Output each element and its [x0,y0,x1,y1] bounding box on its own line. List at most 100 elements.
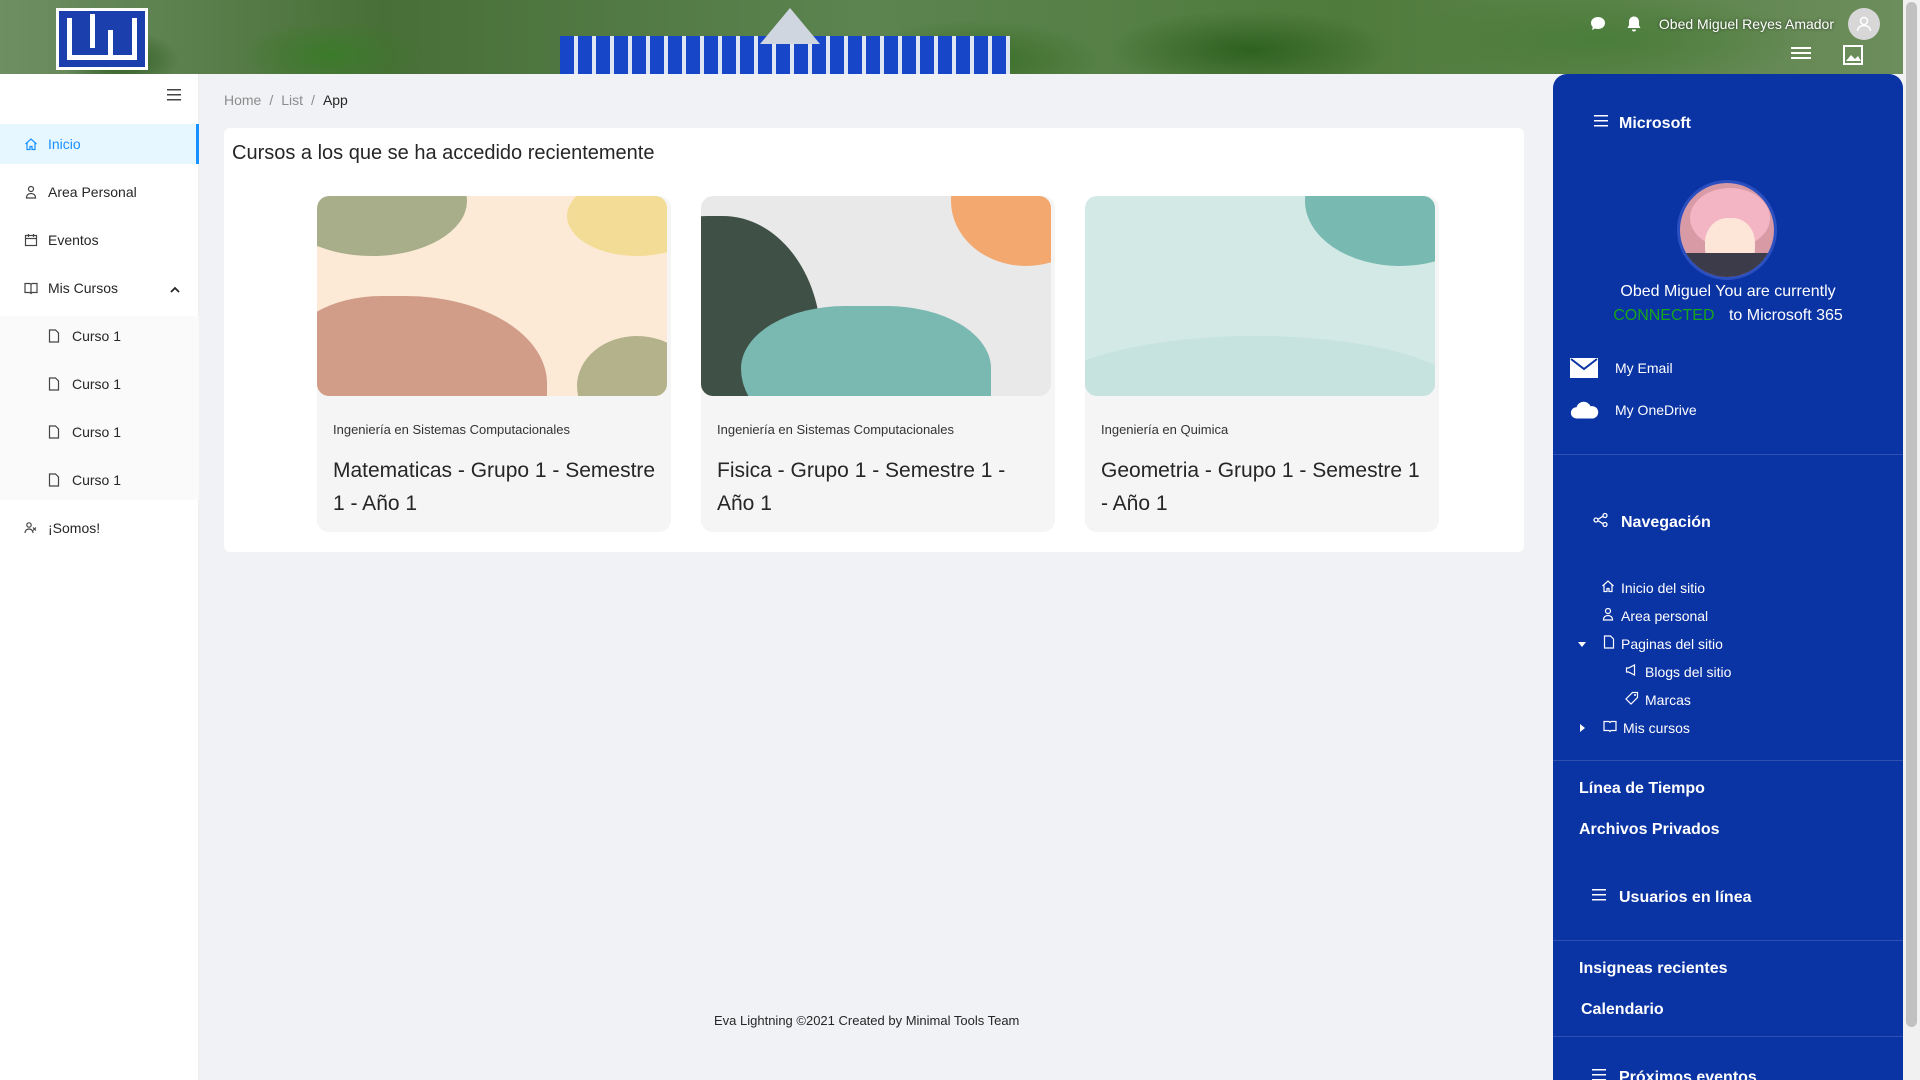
nav-marcas[interactable]: Marcas [1625,691,1691,708]
top-header: Obed Miguel Reyes Amador [0,0,1920,74]
breadcrumb-list[interactable]: List [281,92,303,108]
nav-label: Area personal [1621,607,1709,624]
course-name[interactable]: Geometria - Grupo 1 - Semestre 1 - Año 1 [1101,454,1431,520]
course-name[interactable]: Fisica - Grupo 1 - Semestre 1 - Año 1 [717,454,1047,520]
sidebar-subitem-curso[interactable]: Curso 1 [0,412,199,452]
breadcrumb-home[interactable]: Home [224,92,261,108]
course-card-matematicas[interactable]: Ingeniería en Sistemas Computacionales M… [317,196,671,532]
sidebar-subitem-curso[interactable]: Curso 1 [0,460,199,500]
nav-label: Paginas del sitio [1621,635,1723,652]
breadcrumb-separator: / [269,92,274,108]
sidebar-menu: Inicio Area Personal Eventos Mis Cursos [0,124,199,556]
divider [1553,760,1903,761]
sidebar-item-mis-cursos[interactable]: Mis Cursos [0,268,199,308]
caret-down-icon[interactable] [1577,636,1587,652]
chevron-up-icon [169,282,181,298]
chat-icon[interactable] [1587,13,1609,35]
divider [1553,454,1903,455]
breadcrumb-separator: / [311,92,315,108]
course-category: Ingeniería en Sistemas Computacionales [717,422,955,437]
microsoft-panel-header: Microsoft [1593,114,1691,133]
nav-paginas-del-sitio[interactable]: Paginas del sitio [1577,635,1723,652]
panel-title: Microsoft [1619,114,1691,132]
book-icon [24,281,38,295]
menu-icon [1591,888,1607,907]
header-actions: Obed Miguel Reyes Amador [1587,8,1880,40]
scrollbar-thumb[interactable] [1906,2,1917,1027]
nav-label: Inicio del sitio [1621,579,1706,596]
image-icon[interactable] [1842,44,1864,71]
mail-icon [1569,358,1599,378]
menu-icon[interactable] [1593,114,1609,133]
link-label: My Email [1615,360,1673,376]
sidebar-subitem-curso[interactable]: Curso 1 [0,316,199,356]
collapse-menu-icon[interactable] [166,88,182,102]
university-logo[interactable] [56,8,148,70]
course-image [1085,196,1435,396]
sidebar-item-somos[interactable]: ¡Somos! [0,508,199,548]
sidebar-subitem-label: Curso 1 [72,376,122,392]
course-image [317,196,667,396]
footer-text: Eva Lightning ©2021 Created by Minimal T… [714,1013,1020,1028]
archivos-privados-link[interactable]: Archivos Privados [1579,821,1720,839]
nav-label: Blogs del sitio [1645,663,1732,680]
sidebar-subitem-curso[interactable]: Curso 1 [0,364,199,404]
course-card-fisica[interactable]: Ingeniería en Sistemas Computacionales F… [701,196,1055,532]
insignias-recientes-link[interactable]: Insigneas recientes [1579,960,1728,978]
divider [1553,1036,1903,1037]
sidebar-item-eventos[interactable]: Eventos [0,220,199,260]
sidebar-item-label: Area Personal [48,184,137,200]
sidebar-item-area-personal[interactable]: Area Personal [0,172,199,212]
breadcrumb-current: App [322,92,348,108]
linea-de-tiempo-link[interactable]: Línea de Tiempo [1579,780,1705,798]
home-icon [1601,579,1615,596]
sidebar-item-label: Eventos [48,232,99,248]
page-title: Cursos a los que se ha accedido reciente… [232,142,655,164]
calendario-link[interactable]: Calendario [1581,1001,1664,1019]
file-icon [48,473,62,487]
left-sidebar: Inicio Area Personal Eventos Mis Cursos [0,74,199,1080]
sidebar-item-inicio[interactable]: Inicio [0,124,199,164]
caret-right-icon[interactable] [1577,720,1587,736]
connection-status: Obed Miguel You are currently CONNECTED … [1553,280,1903,328]
my-onedrive-link[interactable]: My OneDrive [1569,400,1697,420]
sidebar-item-label: ¡Somos! [48,520,101,536]
profile-avatar [1677,180,1777,280]
my-email-link[interactable]: My Email [1569,358,1673,378]
navigation-title: Navegación [1621,513,1711,531]
person-icon [1601,607,1615,624]
course-card-geometria[interactable]: Ingeniería en Quimica Geometria - Grupo … [1085,196,1439,532]
nav-blogs-del-sitio[interactable]: Blogs del sitio [1625,663,1731,680]
status-suffix: to Microsoft 365 [1728,307,1843,324]
nav-inicio-del-sitio[interactable]: Inicio del sitio [1601,579,1705,596]
upcoming-events-header[interactable]: Próximos eventos [1591,1068,1757,1080]
upcoming-events-title: Próximos eventos [1619,1068,1757,1080]
team-icon [24,521,38,535]
sidebar-subitem-label: Curso 1 [72,328,122,344]
megaphone-icon [1625,663,1639,680]
page-scrollbar[interactable] [1903,0,1920,1080]
nav-mis-cursos[interactable]: Mis cursos [1577,719,1690,736]
status-connected: CONNECTED [1613,307,1715,324]
online-users-header[interactable]: Usuarios en línea [1591,888,1752,907]
sidebar-item-label: Mis Cursos [48,280,119,296]
status-prefix: Obed Miguel You are currently [1620,283,1836,300]
course-name[interactable]: Matematicas - Grupo 1 - Semestre 1 - Año… [333,454,663,520]
file-icon [48,425,62,439]
divider [1553,940,1903,941]
course-category: Ingeniería en Sistemas Computacionales [333,422,571,437]
calendar-icon [24,233,38,247]
menu-icon[interactable] [1790,44,1812,71]
course-image [701,196,1051,396]
file-icon [48,377,62,391]
user-avatar-icon[interactable] [1848,8,1880,40]
bell-icon[interactable] [1623,13,1645,35]
recent-courses-card: Cursos a los que se ha accedido reciente… [224,128,1524,552]
home-icon [24,137,38,151]
cloud-icon [1569,400,1599,420]
navigation-header: Navegación [1593,512,1711,533]
user-name[interactable]: Obed Miguel Reyes Amador [1659,16,1834,32]
tag-icon [1625,691,1639,708]
nav-area-personal[interactable]: Area personal [1601,607,1708,624]
microsoft-panel: Microsoft Obed Miguel You are currently … [1553,74,1903,1080]
